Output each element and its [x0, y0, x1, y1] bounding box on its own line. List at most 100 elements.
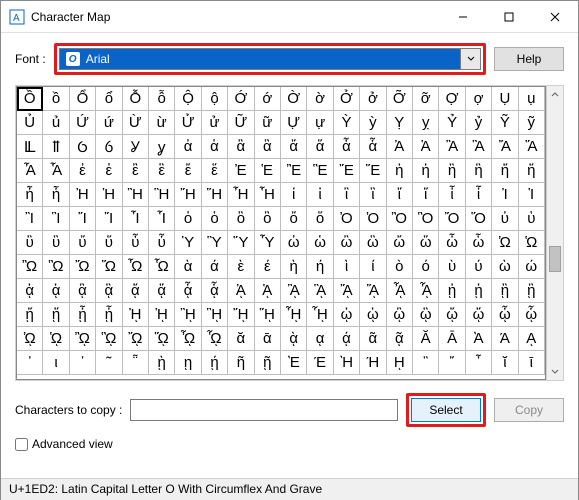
character-cell[interactable]: ι [43, 351, 69, 375]
character-cell[interactable]: ἶ [439, 183, 465, 207]
character-cell[interactable]: ứ [96, 111, 122, 135]
character-cell[interactable]: ά [202, 255, 228, 279]
character-cell[interactable]: ἁ [202, 135, 228, 159]
character-cell[interactable]: ᾨ [17, 327, 43, 351]
character-cell[interactable]: Ộ [175, 87, 201, 111]
character-cell[interactable]: ὥ [413, 231, 439, 255]
character-cell[interactable]: ủ [43, 111, 69, 135]
character-cell[interactable]: Ỽ [70, 135, 96, 159]
character-cell[interactable]: Ὂ [387, 207, 413, 231]
character-cell[interactable]: ᾳ [307, 327, 333, 351]
character-cell[interactable]: ỷ [466, 111, 492, 135]
advanced-view-checkbox[interactable] [15, 438, 28, 451]
character-cell[interactable]: Ἤ [175, 183, 201, 207]
character-cell[interactable]: ᾐ [439, 279, 465, 303]
character-cell[interactable]: ᾪ [70, 327, 96, 351]
character-cell[interactable]: Ὕ [228, 231, 254, 255]
character-cell[interactable]: ở [360, 87, 386, 111]
character-cell[interactable]: ỽ [96, 135, 122, 159]
character-cell[interactable]: ὑ [519, 207, 545, 231]
character-cell[interactable]: ᾆ [175, 279, 201, 303]
character-cell[interactable]: ἢ [439, 159, 465, 183]
character-cell[interactable]: ὃ [255, 207, 281, 231]
character-cell[interactable]: ᾟ [307, 303, 333, 327]
close-button[interactable] [532, 1, 578, 32]
character-cell[interactable]: Ὓ [202, 231, 228, 255]
character-cell[interactable]: ᾜ [228, 303, 254, 327]
character-cell[interactable]: Ỻ [17, 135, 43, 159]
character-cell[interactable]: ἄ [281, 135, 307, 159]
character-cell[interactable]: ᾎ [387, 279, 413, 303]
character-cell[interactable]: ὖ [123, 231, 149, 255]
character-cell[interactable]: Ợ [439, 87, 465, 111]
character-cell[interactable]: ụ [519, 87, 545, 111]
character-cell[interactable]: Ὄ [439, 207, 465, 231]
character-cell[interactable]: Ờ [281, 87, 307, 111]
character-cell[interactable]: Ὁ [360, 207, 386, 231]
character-cell[interactable]: ἑ [96, 159, 122, 183]
character-cell[interactable]: ỳ [360, 111, 386, 135]
character-cell[interactable]: Ỳ [334, 111, 360, 135]
character-cell[interactable]: Ự [281, 111, 307, 135]
character-cell[interactable]: Ᾰ [413, 327, 439, 351]
character-cell[interactable]: ῏ [466, 351, 492, 375]
character-cell[interactable]: Ủ [17, 111, 43, 135]
character-cell[interactable]: ύ [466, 255, 492, 279]
character-cell[interactable]: Ἲ [17, 207, 43, 231]
character-cell[interactable]: ἒ [123, 159, 149, 183]
character-cell[interactable]: Ὲ [281, 351, 307, 375]
character-cell[interactable]: ộ [202, 87, 228, 111]
character-cell[interactable]: Ἵ [96, 207, 122, 231]
character-cell[interactable]: ῐ [492, 351, 518, 375]
character-cell[interactable]: Ỗ [123, 87, 149, 111]
help-button[interactable]: Help [494, 47, 564, 71]
character-cell[interactable]: ὓ [43, 231, 69, 255]
character-cell[interactable]: Ử [175, 111, 201, 135]
character-cell[interactable]: Ὥ [96, 255, 122, 279]
character-cell[interactable]: Ổ [70, 87, 96, 111]
character-cell[interactable]: ῌ [387, 351, 413, 375]
scrollbar[interactable] [546, 86, 563, 380]
character-cell[interactable]: ᾕ [43, 303, 69, 327]
character-cell[interactable]: ỡ [413, 87, 439, 111]
character-cell[interactable]: Ὡ [519, 231, 545, 255]
character-cell[interactable]: ὠ [281, 231, 307, 255]
character-cell[interactable]: ἂ [228, 135, 254, 159]
character-cell[interactable]: έ [255, 255, 281, 279]
character-cell[interactable]: Ἓ [307, 159, 333, 183]
character-cell[interactable]: ᾝ [255, 303, 281, 327]
character-cell[interactable]: ᾞ [281, 303, 307, 327]
character-cell[interactable]: ῍ [413, 351, 439, 375]
character-cell[interactable]: ἴ [387, 183, 413, 207]
character-cell[interactable]: Ᾱ [439, 327, 465, 351]
character-cell[interactable]: ᾅ [149, 279, 175, 303]
character-cell[interactable]: ἆ [334, 135, 360, 159]
character-cell[interactable]: ὲ [228, 255, 254, 279]
character-cell[interactable]: ᾣ [413, 303, 439, 327]
character-cell[interactable]: ὕ [96, 231, 122, 255]
character-cell[interactable]: ᾽ [17, 351, 43, 375]
character-cell[interactable]: Ἱ [519, 183, 545, 207]
character-cell[interactable]: Ἂ [439, 135, 465, 159]
copy-button[interactable]: Copy [494, 398, 564, 422]
character-cell[interactable]: ᾦ [492, 303, 518, 327]
character-cell[interactable]: ᾘ [123, 303, 149, 327]
character-cell[interactable]: ᾡ [360, 303, 386, 327]
character-cell[interactable]: ὧ [466, 231, 492, 255]
character-cell[interactable]: ῇ [255, 351, 281, 375]
character-cell[interactable]: Ὧ [149, 255, 175, 279]
character-cell[interactable]: Ὅ [466, 207, 492, 231]
character-cell[interactable]: ὶ [334, 255, 360, 279]
character-cell[interactable]: ἧ [43, 183, 69, 207]
character-cell[interactable]: ὸ [387, 255, 413, 279]
character-cell[interactable]: Ὀ [334, 207, 360, 231]
character-cell[interactable]: Έ [307, 351, 333, 375]
character-cell[interactable]: ᾍ [360, 279, 386, 303]
character-cell[interactable]: Ἑ [255, 159, 281, 183]
character-cell[interactable]: ổ [96, 87, 122, 111]
character-cell[interactable]: ᾲ [281, 327, 307, 351]
character-cell[interactable]: ὼ [492, 255, 518, 279]
character-cell[interactable]: ἔ [175, 159, 201, 183]
character-cell[interactable]: Ὦ [123, 255, 149, 279]
character-cell[interactable]: Ἇ [43, 159, 69, 183]
